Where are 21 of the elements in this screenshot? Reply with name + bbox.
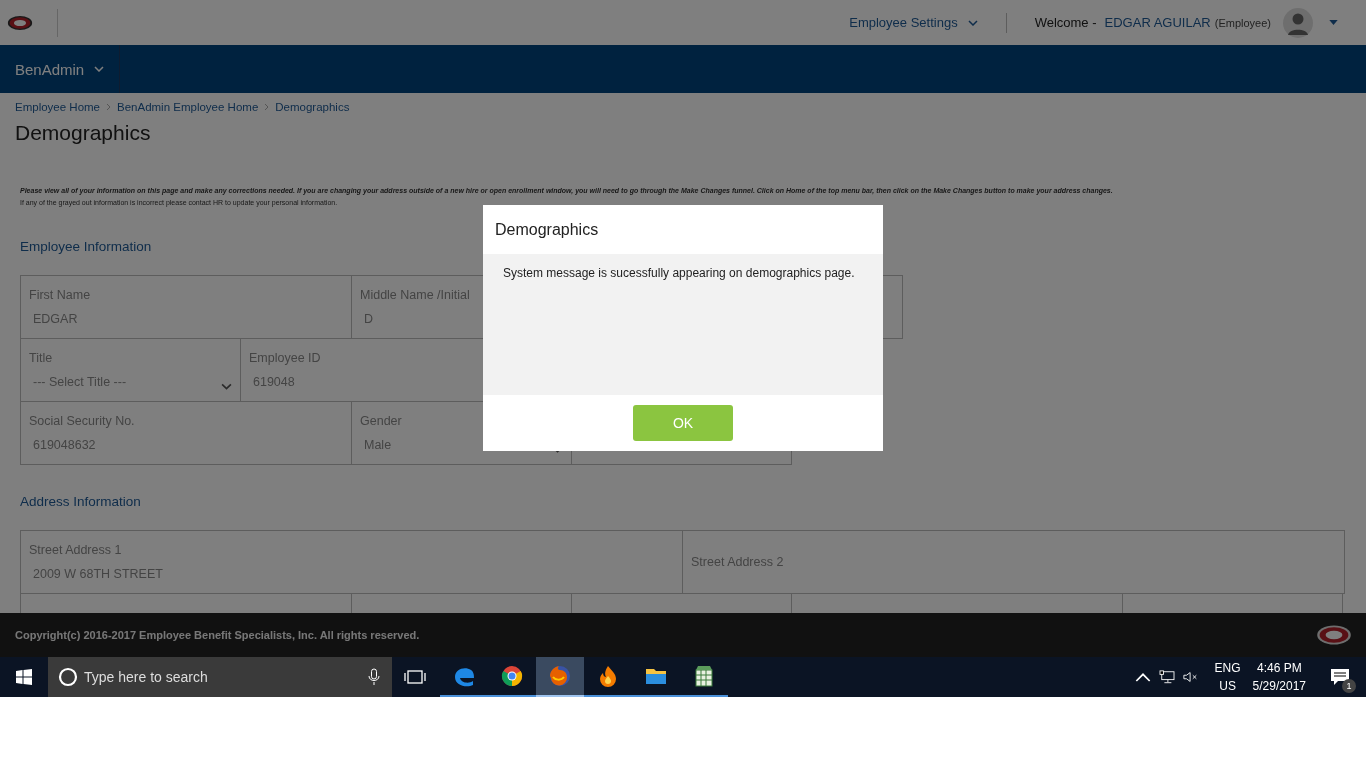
breadcrumb-link[interactable]: Demographics — [275, 101, 350, 113]
breadcrumb-link[interactable]: Employee Home — [15, 101, 100, 113]
copyright-text: Copyright(c) 2016-2017 Employee Benefit Specialists, Inc. All rights reserved. — [15, 629, 420, 641]
section-title: Employee Information — [20, 239, 152, 256]
input-field[interactable]: Street Address 1 2009 W 68TH STREET — [20, 530, 683, 594]
taskbar-search-field[interactable]: Type here to search — [48, 657, 392, 697]
input-field[interactable]: First Name EDGAR — [20, 275, 352, 339]
welcome-label: Welcome - — [1034, 15, 1097, 30]
user-name-link[interactable]: EDGAR AGUILAR — [1104, 15, 1211, 30]
section-title: Address Information — [20, 494, 141, 511]
clock[interactable]: 4:46 PM 5/29/2017 — [1252, 659, 1306, 695]
page-title: Demographics — [15, 121, 152, 146]
ok-button[interactable]: OK — [633, 405, 733, 441]
breadcrumb-link[interactable]: BenAdmin Employee Home — [117, 101, 259, 113]
user-role: (Employee) — [1214, 16, 1271, 29]
dialog-title: Demographics — [494, 219, 600, 240]
language-indicator[interactable]: ENG US — [1214, 659, 1241, 695]
input-field[interactable]: Social Security No. 619048632 — [20, 401, 352, 465]
employee-settings-menu[interactable]: Employee Settings — [849, 15, 978, 30]
notification-count: 1 — [1342, 679, 1356, 693]
input-field[interactable]: Street Address 2 — [682, 530, 1345, 594]
